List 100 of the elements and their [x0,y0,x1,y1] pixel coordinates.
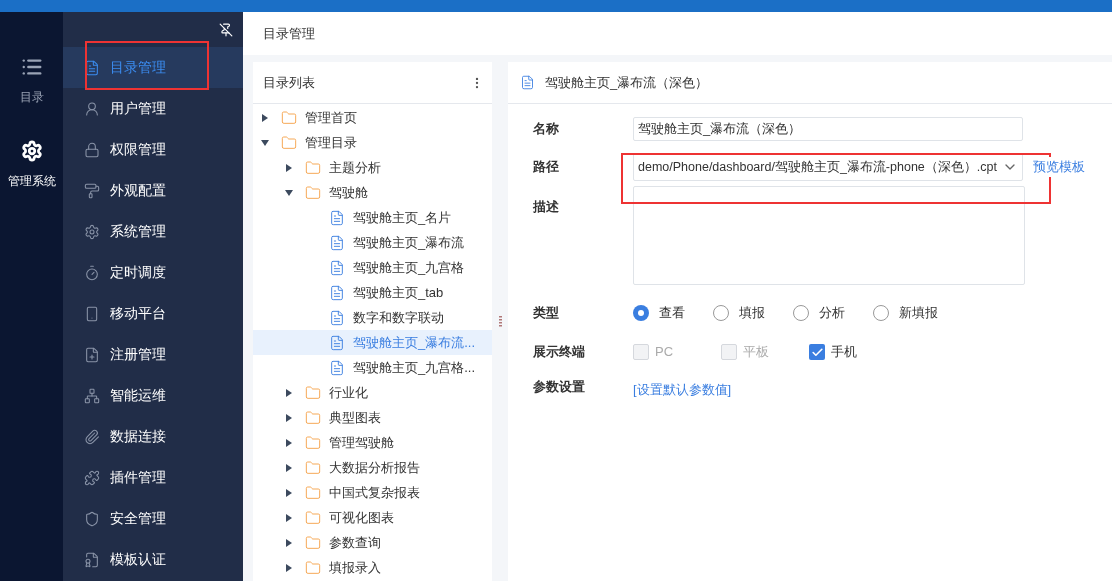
field-label: 描述 [533,198,560,216]
panel-title: 目录列表 [263,73,315,92]
radio-option[interactable]: 分析 [793,303,873,323]
caret-right-icon[interactable] [285,563,293,572]
sidebar-item[interactable]: 插件管理 [63,457,243,498]
caret-right-icon[interactable] [285,163,293,172]
sidebar-item[interactable]: 安全管理 [63,498,243,539]
phone-icon [84,305,100,322]
tree-item[interactable]: 驾驶舱主页_瀑布流... [253,330,492,355]
caret-right-icon[interactable] [285,463,293,472]
tree-item[interactable]: 典型图表 [253,405,492,430]
radio-option[interactable]: 填报 [713,303,793,323]
caret-right-icon[interactable] [285,513,293,522]
tree-item-label: 驾驶舱 [329,183,368,202]
rail-item[interactable]: 目录 [19,56,44,106]
folder-icon [281,109,297,126]
tree-item[interactable]: 驾驶舱主页_名片 [253,205,492,230]
tree-item[interactable]: 填报录入 [253,555,492,580]
tree-item[interactable]: 管理首页 [253,105,492,130]
name-input[interactable]: 驾驶舱主页_瀑布流（深色） [633,117,1023,141]
sidebar-item[interactable]: 权限管理 [63,129,243,170]
document-icon [329,309,345,326]
settings-icon [20,140,43,162]
radio-button[interactable] [713,305,729,321]
tree-item[interactable]: 驾驶舱主页_九宫格 [253,255,492,280]
sidebar-item[interactable]: 智能运维 [63,375,243,416]
caret-down-icon[interactable] [285,188,293,197]
shield-icon [84,510,100,527]
radio-button[interactable] [873,305,889,321]
document-icon [329,209,345,226]
radio-option[interactable]: 新填报 [873,303,953,323]
tree-item-label: 驾驶舱主页_九宫格... [353,358,476,377]
caret-right-icon[interactable] [285,413,293,422]
paperclip-icon [84,428,100,445]
tree-item-label: 驾驶舱主页_tab [353,283,444,302]
sidebar-item[interactable]: 定时调度 [63,252,243,293]
tree-item-label: 大数据分析报告 [329,458,420,477]
checkbox[interactable] [809,344,825,360]
field-label: 名称 [533,120,560,139]
page-title: 目录管理 [263,24,315,43]
sidebar-item[interactable]: 移动平台 [63,293,243,334]
detail-title: 驾驶舱主页_瀑布流（深色） [545,73,709,92]
tree-item[interactable]: 大数据分析报告 [253,455,492,480]
tree-item-label: 管理目录 [305,133,357,152]
tree-item-label: 典型图表 [329,408,381,427]
folder-icon [305,484,321,501]
tree-item[interactable]: 驾驶舱 [253,180,492,205]
folder-icon [305,384,321,401]
folder-icon [305,159,321,176]
default-params-link[interactable]: [设置默认参数值] [633,380,732,400]
tree-item-label: 驾驶舱主页_九宫格 [353,258,465,277]
document-icon [329,359,345,376]
description-field[interactable] [633,186,1025,285]
tree-item[interactable]: 管理目录 [253,130,492,155]
sidebar-item[interactable]: 数据连接 [63,416,243,457]
tree-item[interactable]: 参数查询 [253,530,492,555]
folder-icon [305,559,321,576]
tree-item-label: 数字和数字联动 [353,308,444,327]
path-select[interactable]: demo/Phone/dashboard/驾驶舱主页_瀑布流-phone（深色）.cpt [633,153,1023,181]
radio-button[interactable] [633,305,649,321]
sidebar-item[interactable]: 注册管理 [63,334,243,375]
folder-icon [305,534,321,551]
checkbox-option[interactable]: 手机 [809,342,897,362]
tree-item[interactable]: 数字和数字联动 [253,305,492,330]
tree-item-label: 中国式复杂报表 [329,483,420,502]
caret-right-icon[interactable] [285,488,293,497]
field-label: 参数设置 [533,378,586,396]
tree-item[interactable]: 驾驶舱主页_瀑布流 [253,230,492,255]
caret-down-icon[interactable] [261,138,269,147]
lock-icon [84,141,100,158]
tree-item-label: 管理首页 [305,108,357,127]
stopwatch-icon [84,264,100,281]
tree-item[interactable]: 行业化 [253,380,492,405]
sidebar-item[interactable]: 外观配置 [63,170,243,211]
sidebar-item[interactable]: 模板认证 [63,539,243,580]
caret-right-icon[interactable] [285,388,293,397]
tree-item[interactable]: 主题分析 [253,155,492,180]
caret-right-icon[interactable] [261,113,269,122]
tree-item[interactable]: 驾驶舱主页_九宫格... [253,355,492,380]
sidebar-item[interactable]: 系统管理 [63,211,243,252]
sidebar-item[interactable]: 用户管理 [63,88,243,129]
document-icon [329,334,345,351]
settings-icon [84,223,100,240]
radio-option[interactable]: 查看 [633,303,713,323]
tree-item[interactable]: 管理驾驶舱 [253,430,492,455]
tree-item[interactable]: 可视化图表 [253,505,492,530]
folder-icon [305,509,321,526]
unpin-icon[interactable] [219,22,233,37]
radio-button[interactable] [793,305,809,321]
certificate-icon [84,551,100,568]
folder-icon [305,434,321,451]
caret-right-icon[interactable] [285,438,293,447]
rail-item[interactable]: 管理系统 [7,140,56,190]
preview-link[interactable]: 预览模板 [1033,157,1085,177]
resize-handle-icon[interactable] [498,315,502,328]
tree-item-label: 行业化 [329,383,368,402]
caret-right-icon[interactable] [285,538,293,547]
tree-item[interactable]: 中国式复杂报表 [253,480,492,505]
tree-item[interactable]: 驾驶舱主页_tab [253,280,492,305]
document-icon [329,234,345,251]
